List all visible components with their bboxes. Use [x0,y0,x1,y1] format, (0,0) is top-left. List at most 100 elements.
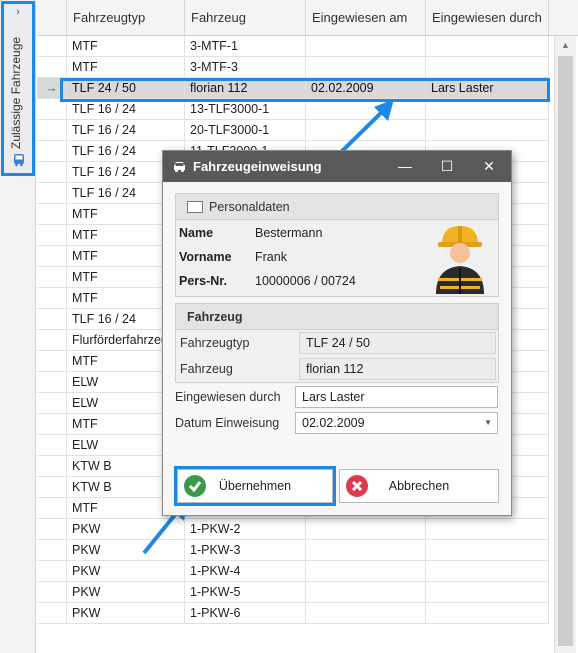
row-indicator[interactable] [37,519,67,540]
cell-eingewiesen-durch[interactable] [426,561,549,582]
table-row[interactable]: PKW 1-PKW-4 [37,561,549,582]
cell-fahrzeugtyp[interactable]: PKW [67,519,185,540]
cell-eingewiesen-am[interactable]: 02.02.2009 [306,78,426,99]
table-row[interactable]: PKW 1-PKW-6 [37,603,549,624]
table-row[interactable]: PKW 1-PKW-3 [37,540,549,561]
maximize-icon[interactable]: ☐ [427,151,467,182]
row-indicator[interactable] [37,561,67,582]
cell-fahrzeug[interactable]: 3-MTF-1 [185,36,306,57]
row-indicator[interactable] [37,267,67,288]
cell-fahrzeug[interactable]: 20-TLF3000-1 [185,120,306,141]
row-indicator[interactable]: → [37,78,67,99]
cell-eingewiesen-am[interactable] [306,540,426,561]
row-indicator[interactable] [37,414,67,435]
cell-fahrzeugtyp[interactable]: TLF 24 / 50 [67,78,185,99]
row-indicator[interactable] [37,99,67,120]
eingewiesen-durch-input[interactable]: Lars Laster [295,386,498,408]
row-indicator[interactable] [37,603,67,624]
dialog-title-bar[interactable]: Fahrzeugeinweisung — ☐ ✕ [163,151,511,182]
table-row[interactable]: MTF 3-MTF-3 [37,57,549,78]
row-indicator[interactable] [37,456,67,477]
row-indicator[interactable] [37,120,67,141]
cell-fahrzeug[interactable]: florian 112 [185,78,306,99]
row-indicator[interactable] [37,582,67,603]
chevron-down-icon[interactable]: ▼ [484,413,492,433]
row-indicator[interactable] [37,183,67,204]
table-row[interactable]: TLF 16 / 24 13-TLF3000-1 [37,99,549,120]
side-tab-zulaessige-fahrzeuge[interactable]: › Zulässige Fahrzeuge [1,1,35,176]
cell-eingewiesen-durch[interactable] [426,36,549,57]
vertical-scrollbar[interactable]: ▲ [554,36,576,653]
uebernehmen-button[interactable]: Übernehmen [177,469,333,503]
row-indicator[interactable] [37,351,67,372]
row-indicator[interactable] [37,372,67,393]
header-fahrzeug[interactable]: Fahrzeug [185,0,306,36]
cell-eingewiesen-am[interactable] [306,561,426,582]
cell-fahrzeug[interactable]: 1-PKW-6 [185,603,306,624]
cell-fahrzeugtyp[interactable]: MTF [67,36,185,57]
header-indicator [37,0,67,36]
cell-eingewiesen-durch[interactable] [426,120,549,141]
header-eingewiesen-am[interactable]: Eingewiesen am [306,0,426,36]
table-row[interactable]: PKW 1-PKW-5 [37,582,549,603]
close-icon[interactable]: ✕ [469,151,509,182]
grid-header: Fahrzeugtyp Fahrzeug Eingewiesen am Eing… [37,0,578,36]
row-indicator[interactable] [37,36,67,57]
row-indicator[interactable] [37,477,67,498]
cell-fahrzeugtyp[interactable]: PKW [67,582,185,603]
cell-fahrzeugtyp[interactable]: PKW [67,561,185,582]
cell-eingewiesen-durch[interactable] [426,540,549,561]
cell-eingewiesen-durch[interactable]: Lars Laster [426,78,549,99]
abbrechen-button[interactable]: Abbrechen [339,469,499,503]
cell-fahrzeug[interactable]: 1-PKW-5 [185,582,306,603]
row-indicator[interactable] [37,204,67,225]
row-indicator[interactable] [37,309,67,330]
row-indicator[interactable] [37,288,67,309]
table-row[interactable]: PKW 1-PKW-2 [37,519,549,540]
cell-fahrzeugtyp[interactable]: PKW [67,540,185,561]
row-indicator[interactable] [37,225,67,246]
row-indicator[interactable] [37,141,67,162]
cell-eingewiesen-am[interactable] [306,603,426,624]
cell-eingewiesen-durch[interactable] [426,57,549,78]
cell-eingewiesen-am[interactable] [306,519,426,540]
datum-einweisung-select[interactable]: 02.02.2009 ▼ [295,412,498,434]
header-eingewiesen-durch[interactable]: Eingewiesen durch [426,0,549,36]
cell-eingewiesen-durch[interactable] [426,519,549,540]
row-indicator[interactable] [37,498,67,519]
cell-fahrzeug[interactable]: 1-PKW-4 [185,561,306,582]
cell-fahrzeug[interactable]: 3-MTF-3 [185,57,306,78]
cell-eingewiesen-durch[interactable] [426,99,549,120]
cell-eingewiesen-am[interactable] [306,36,426,57]
row-indicator[interactable] [37,162,67,183]
row-indicator[interactable] [37,330,67,351]
cell-fahrzeug[interactable]: 13-TLF3000-1 [185,99,306,120]
cell-eingewiesen-am[interactable] [306,99,426,120]
cell-eingewiesen-durch[interactable] [426,603,549,624]
cell-eingewiesen-am[interactable] [306,120,426,141]
cell-fahrzeugtyp[interactable]: MTF [67,57,185,78]
row-indicator[interactable] [37,435,67,456]
cell-fahrzeugtyp[interactable]: PKW [67,603,185,624]
side-panel-strip: › Zulässige Fahrzeuge [0,0,36,653]
cell-fahrzeug[interactable]: 1-PKW-3 [185,540,306,561]
table-row[interactable]: → TLF 24 / 50 florian 112 02.02.2009 Lars La… [37,78,549,99]
cell-fahrzeugtyp[interactable]: TLF 16 / 24 [67,120,185,141]
cell-fahrzeugtyp[interactable]: TLF 16 / 24 [67,99,185,120]
row-indicator[interactable] [37,246,67,267]
cell-eingewiesen-am[interactable] [306,582,426,603]
scrollbar-thumb[interactable] [558,56,573,646]
row-indicator[interactable] [37,393,67,414]
scroll-up-icon[interactable]: ▲ [555,36,576,54]
table-row[interactable]: TLF 16 / 24 20-TLF3000-1 [37,120,549,141]
datum-einweisung-label: Datum Einweisung [175,416,280,430]
row-indicator[interactable] [37,540,67,561]
row-indicator[interactable] [37,57,67,78]
cell-eingewiesen-am[interactable] [306,57,426,78]
cell-fahrzeug[interactable]: 1-PKW-2 [185,519,306,540]
header-fahrzeugtyp[interactable]: Fahrzeugtyp [67,0,185,36]
table-row[interactable]: MTF 3-MTF-1 [37,36,549,57]
cell-eingewiesen-durch[interactable] [426,582,549,603]
chevron-right-icon[interactable]: › [4,6,32,18]
minimize-icon[interactable]: — [385,151,425,182]
